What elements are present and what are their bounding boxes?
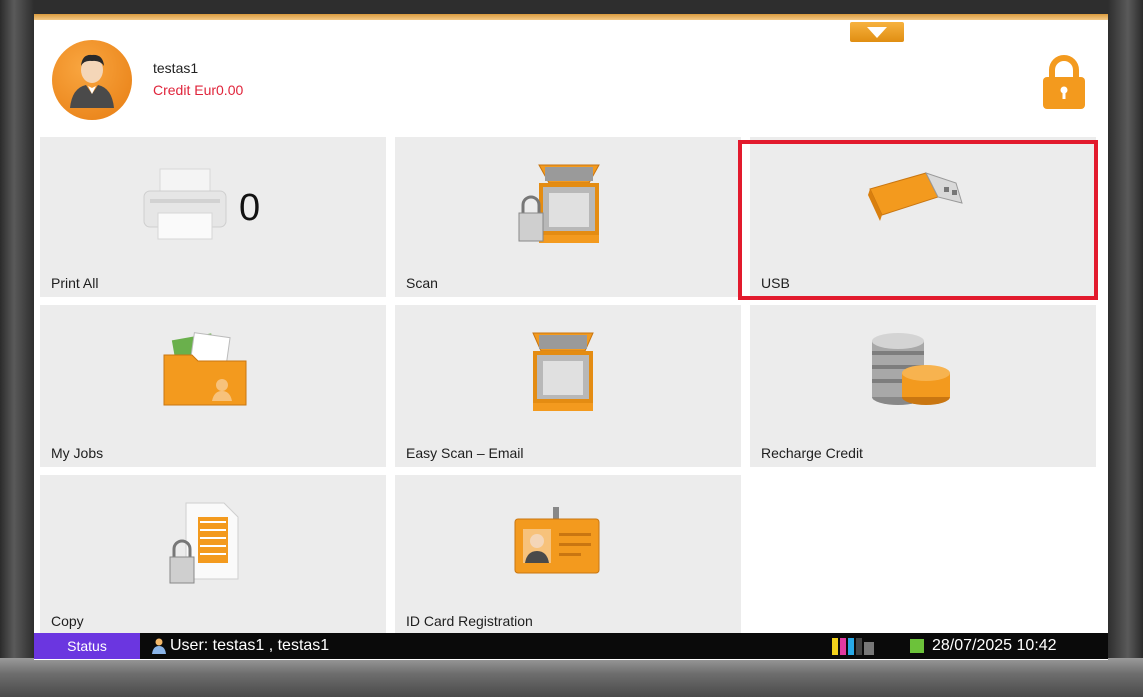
print-job-count: 0	[239, 187, 261, 229]
tile-empty	[750, 475, 1096, 635]
folder-icon	[163, 332, 247, 406]
usb-tile-highlight-box	[738, 140, 1098, 300]
username: testas1	[153, 60, 199, 76]
device-bezel-bottom	[0, 658, 1143, 697]
tile-id-card-registration[interactable]: ID Card Registration	[395, 475, 741, 635]
tile-label: Scan	[406, 275, 438, 291]
header: testas1 Credit Eur0.00	[34, 20, 1108, 136]
network-status-icon	[910, 639, 924, 653]
status-user-text: User: testas1 , testas1	[170, 637, 330, 654]
lock-icon[interactable]	[1040, 54, 1088, 110]
status-bar: Status User: testas1 , testas1 28/07/202…	[34, 633, 1108, 659]
status-button[interactable]: Status	[34, 633, 140, 659]
tile-label: Print All	[51, 275, 99, 291]
user-small-icon	[152, 638, 166, 654]
status-datetime: 28/07/2025 10:42	[932, 637, 1057, 654]
credit-balance: Credit Eur0.00	[153, 82, 244, 98]
screen: testas1 Credit Eur0.00 0 Print All Scan …	[34, 14, 1108, 660]
document-lock-icon	[169, 502, 239, 584]
tile-label: Easy Scan – Email	[406, 445, 524, 461]
printer-icon	[143, 168, 227, 240]
tile-label: Copy	[51, 613, 84, 629]
scanner-lock-icon	[518, 164, 600, 243]
avatar	[52, 40, 132, 120]
tile-easy-scan-email[interactable]: Easy Scan – Email	[395, 305, 741, 467]
tile-copy[interactable]: Copy	[40, 475, 386, 635]
id-card-icon	[514, 507, 600, 574]
tile-label: Recharge Credit	[761, 445, 863, 461]
tile-print-all[interactable]: 0 Print All	[40, 137, 386, 297]
tile-scan[interactable]: Scan	[395, 137, 741, 297]
tile-recharge-credit[interactable]: Recharge Credit	[750, 305, 1096, 467]
scanner-icon	[532, 332, 594, 411]
tile-label: ID Card Registration	[406, 613, 533, 629]
tile-my-jobs[interactable]: My Jobs	[40, 305, 386, 467]
coins-icon	[872, 333, 950, 405]
toner-levels-icon[interactable]	[832, 638, 876, 655]
status-user-info: User: testas1 , testas1	[152, 633, 329, 659]
tile-label: My Jobs	[51, 445, 104, 461]
user-icon	[70, 54, 114, 108]
